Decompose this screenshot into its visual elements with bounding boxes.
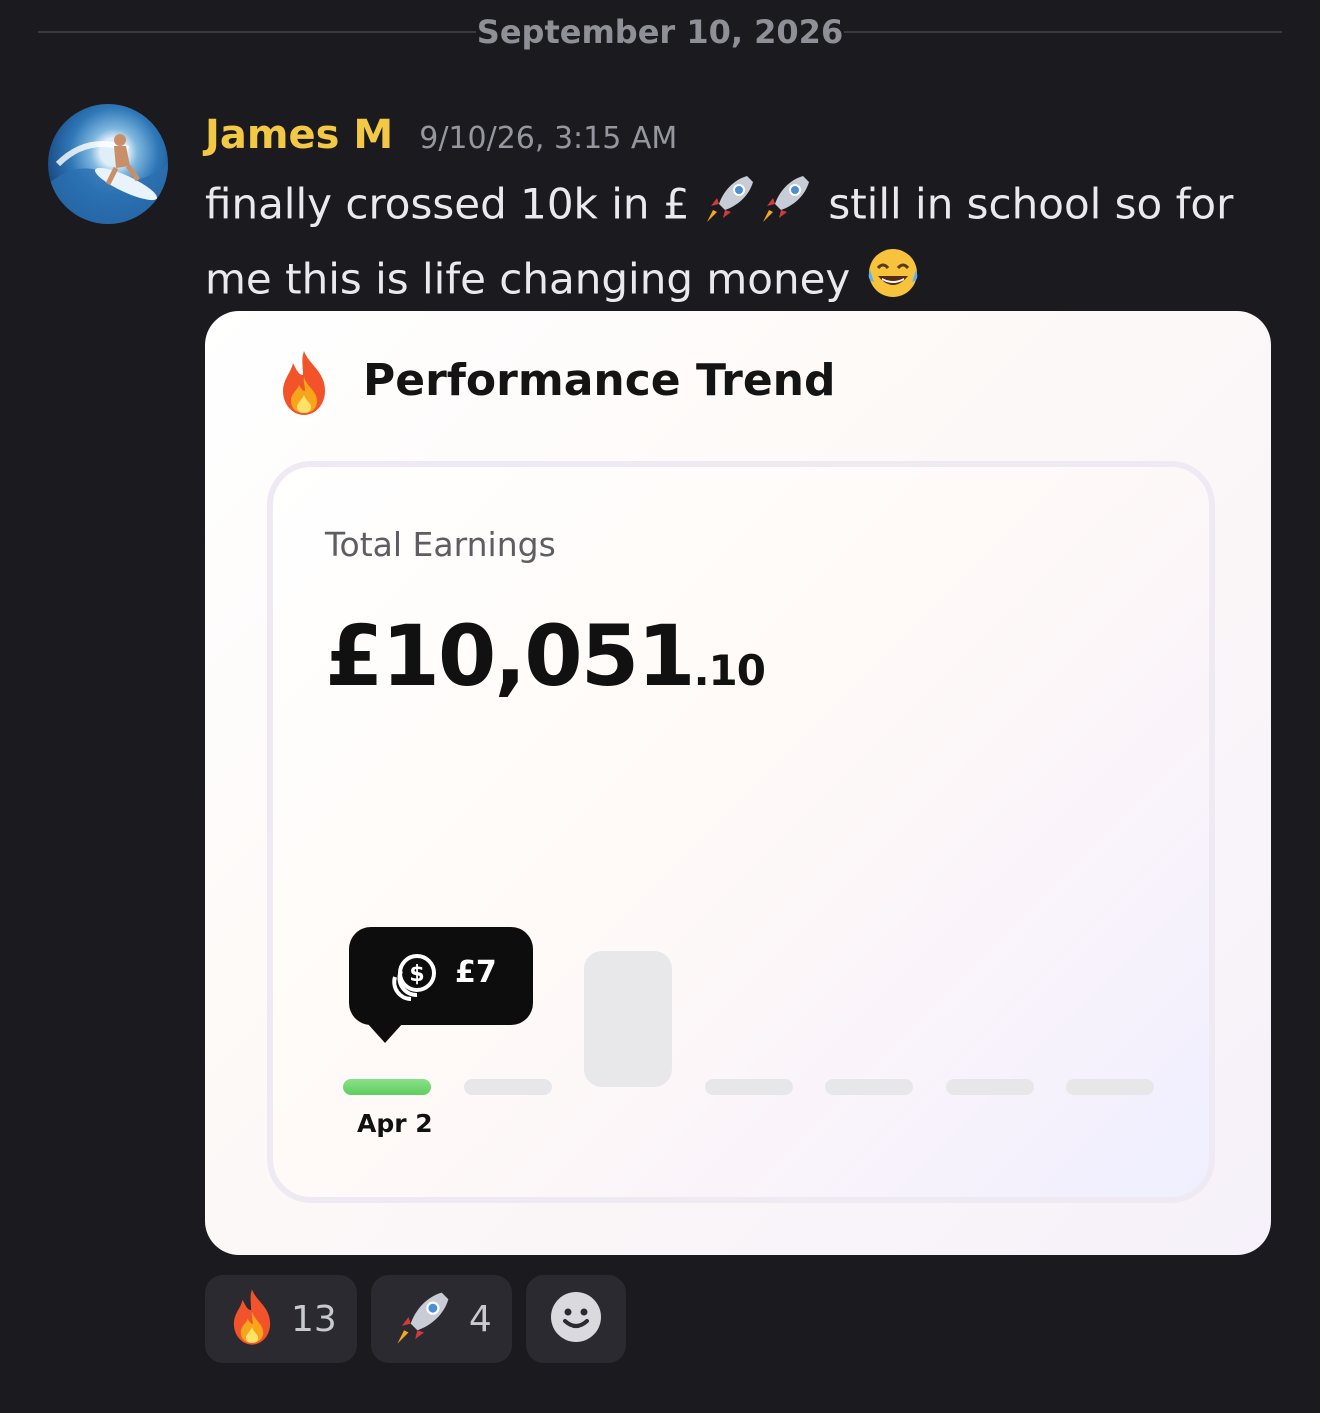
divider-line-right [844, 31, 1282, 33]
message-text-part1: finally crossed 10k in £ [205, 179, 690, 229]
chart-bar-6[interactable] [945, 1079, 1034, 1095]
card-title: Performance Trend [363, 355, 836, 406]
rocket-icon [703, 170, 759, 244]
chart-bar-1[interactable] [343, 1079, 431, 1095]
bar-tooltip: $ £7 [349, 927, 533, 1043]
avatar[interactable] [48, 104, 168, 224]
chart-bar-3[interactable] [584, 951, 672, 1087]
performance-card[interactable]: Performance Trend Total Earnings £10,051… [205, 311, 1271, 1255]
rocket-icon [393, 1286, 455, 1352]
date-divider: September 10, 2026 [38, 12, 1282, 52]
add-reaction-button[interactable] [525, 1275, 626, 1363]
rocket-icon [759, 170, 815, 244]
reaction-count: 13 [291, 1298, 337, 1340]
bar-label-apr-2: Apr 2 [357, 1109, 433, 1138]
reaction-rocket[interactable]: 4 [370, 1275, 512, 1363]
svg-text:$: $ [409, 962, 424, 987]
chart-bar-7[interactable] [1066, 1079, 1154, 1095]
tooltip-value: £7 [455, 955, 497, 990]
message-header: James M 9/10/26, 3:15 AM [205, 112, 677, 162]
reaction-fire[interactable]: 13 [205, 1275, 357, 1363]
total-earnings-amount: £10,051.10 [325, 607, 766, 705]
laughing-tears-icon [864, 244, 922, 320]
smiley-icon [550, 1291, 602, 1347]
amount-main: £10,051 [325, 607, 696, 705]
message-text: finally crossed 10k in £ still in school… [205, 170, 1295, 320]
chart-bar-2[interactable] [463, 1079, 552, 1095]
chart-bar-4[interactable] [704, 1079, 793, 1095]
total-earnings-label: Total Earnings [325, 525, 556, 564]
message-timestamp: 9/10/26, 3:15 AM [419, 121, 678, 156]
reaction-count: 4 [468, 1298, 492, 1340]
chart-bar-5[interactable] [825, 1079, 913, 1095]
reactions-row: 13 4 [205, 1275, 626, 1363]
coin-icon: $ [387, 951, 441, 1005]
fire-icon [227, 1287, 277, 1351]
fire-icon [275, 349, 333, 421]
username[interactable]: James M [205, 112, 393, 158]
earnings-panel: Total Earnings £10,051.10 $ £7 Apr 2 [267, 461, 1215, 1203]
amount-cents: .10 [693, 646, 766, 695]
